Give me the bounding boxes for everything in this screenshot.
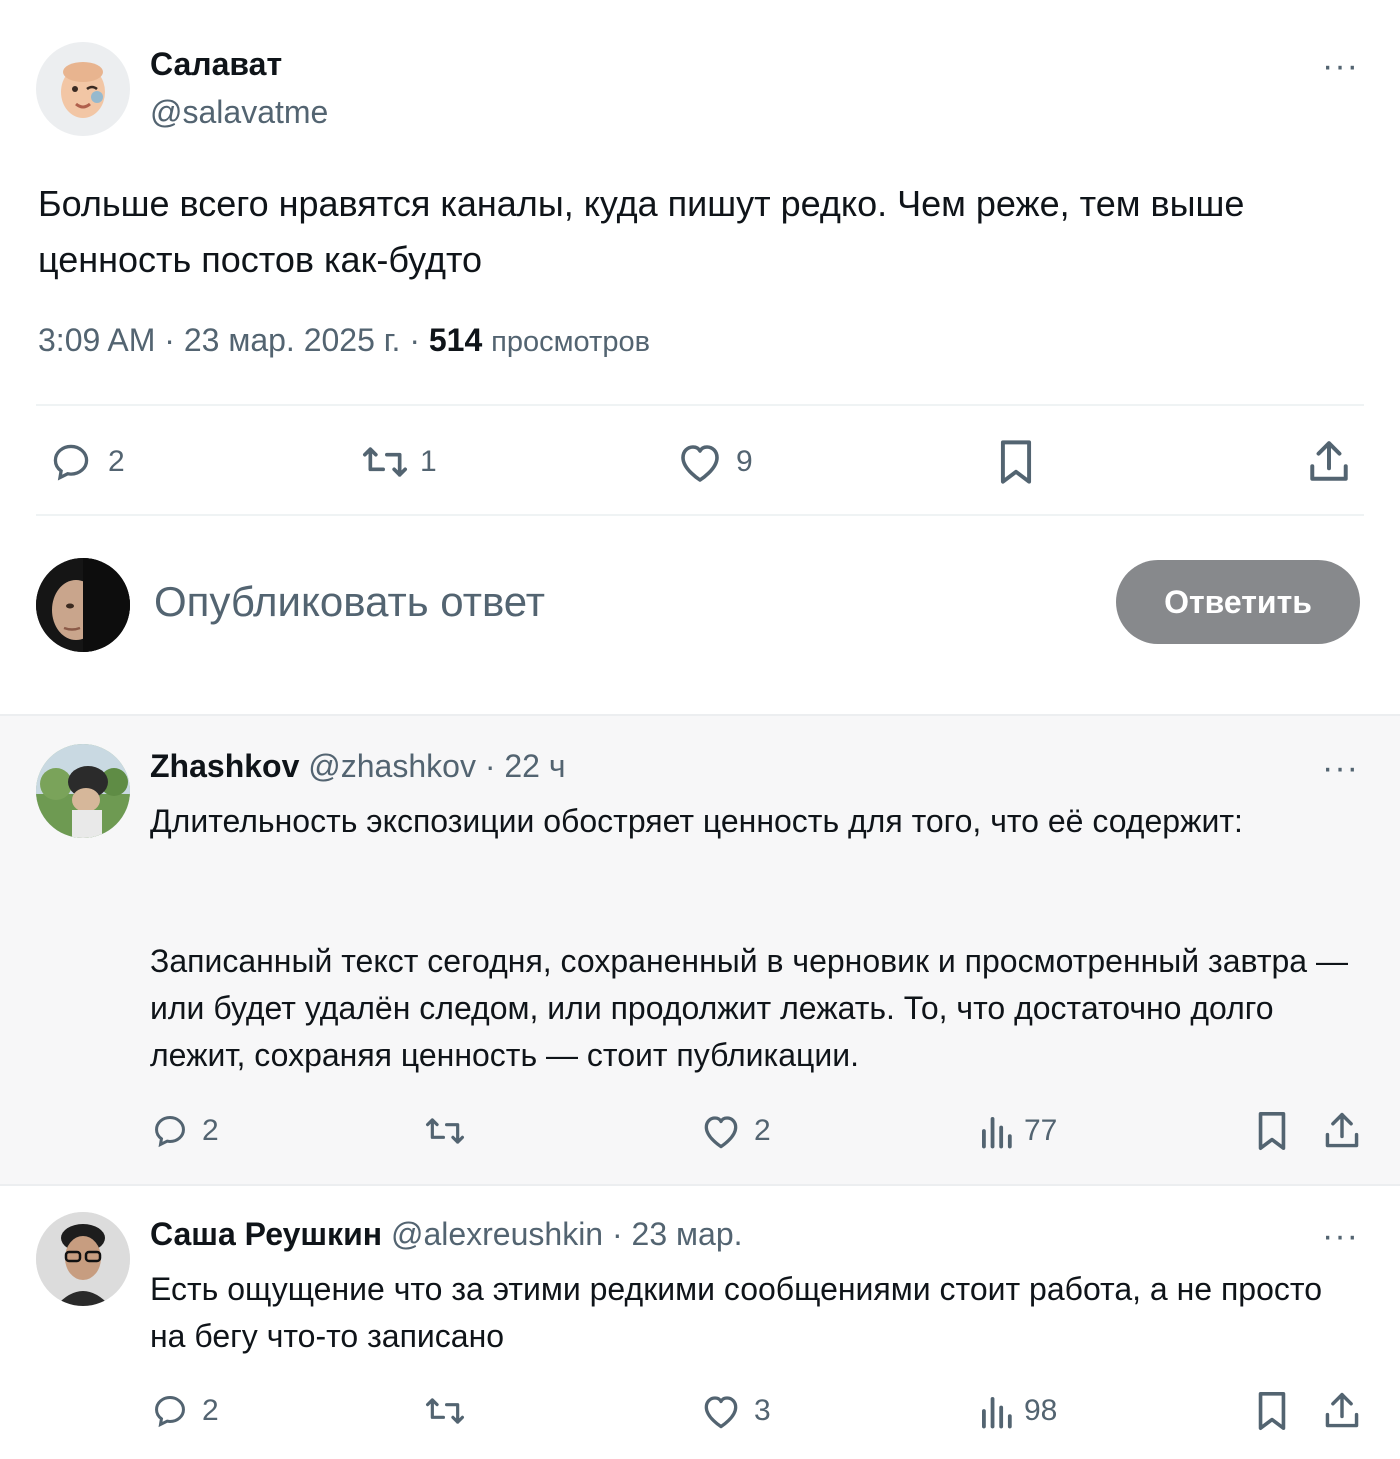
views-count: 514	[428, 322, 483, 358]
like-count: 9	[736, 445, 753, 478]
bookmark-button[interactable]	[994, 438, 1038, 486]
reply-repost-button[interactable]	[420, 1112, 470, 1150]
reply-avatar[interactable]	[36, 1212, 130, 1306]
analytics-icon	[982, 1117, 1012, 1149]
reply-share-button[interactable]	[1322, 1390, 1362, 1432]
share-icon	[1310, 441, 1348, 481]
reply-time[interactable]: · 22 ч	[485, 748, 566, 784]
reply-time[interactable]: · 23 мар.	[612, 1216, 743, 1252]
reply-author-name[interactable]: Саша Реушкин	[150, 1216, 382, 1252]
reply-icon	[155, 1396, 185, 1428]
reply-reply-button[interactable]: 2	[150, 1392, 219, 1430]
views-count: 77	[1024, 1114, 1058, 1147]
analytics-icon	[982, 1397, 1012, 1429]
reply-like-button[interactable]: 3	[700, 1392, 771, 1430]
share-button[interactable]	[1306, 438, 1352, 486]
divider	[36, 404, 1364, 406]
repost-icon	[363, 447, 407, 477]
reply-repost-button[interactable]	[420, 1392, 470, 1430]
bookmark-icon	[1000, 440, 1032, 484]
share-icon	[1325, 1392, 1359, 1428]
zhashkov-photo-icon	[36, 744, 130, 838]
reply-button[interactable]: 2	[48, 440, 125, 484]
reply-views-button[interactable]: 77	[978, 1112, 1057, 1150]
views-count: 98	[1024, 1394, 1058, 1427]
user-avatar[interactable]	[36, 558, 130, 652]
author-name[interactable]: Салават	[150, 46, 282, 83]
post-text: Больше всего нравятся каналы, куда пишут…	[38, 183, 1245, 280]
repost-icon	[426, 1118, 464, 1144]
reply-icon	[155, 1116, 185, 1148]
reply-count: 2	[202, 1394, 219, 1427]
reply-like-button[interactable]: 2	[700, 1112, 771, 1150]
heart-icon	[681, 445, 719, 482]
reply-author-handle[interactable]: @alexreushkin	[391, 1216, 603, 1252]
reply-count: 2	[202, 1114, 219, 1147]
reply-views-button[interactable]: 98	[978, 1392, 1057, 1430]
memoji-face-icon	[61, 62, 105, 118]
bookmark-icon	[1258, 1392, 1286, 1430]
reply-text-paragraph: Записанный текст сегодня, сохраненный в …	[150, 943, 1348, 1073]
share-icon	[1325, 1112, 1359, 1148]
divider	[36, 514, 1364, 516]
reply-bookmark-button[interactable]	[1252, 1110, 1292, 1152]
alexreushkin-photo-icon	[36, 1212, 130, 1306]
views-label: просмотров	[491, 326, 650, 358]
reply-author-name[interactable]: Zhashkov	[150, 748, 299, 784]
reply-share-button[interactable]	[1322, 1110, 1362, 1152]
reply-header: Zhashkov @zhashkov · 22 ч	[150, 748, 566, 785]
repost-icon	[426, 1398, 464, 1424]
reply-header: Саша Реушкин @alexreushkin · 23 мар.	[150, 1216, 743, 1253]
like-count: 3	[754, 1394, 771, 1427]
author-avatar[interactable]	[36, 42, 130, 136]
bookmark-icon	[1258, 1112, 1286, 1150]
more-options-button[interactable]: ···	[1322, 49, 1359, 83]
reply-more-button[interactable]: ···	[1322, 751, 1359, 785]
reply-avatar[interactable]	[36, 744, 130, 838]
post-time[interactable]: 3:09 AM · 23 мар. 2025 г. ·	[38, 322, 429, 358]
user-photo-icon	[36, 558, 130, 652]
reply-reply-button[interactable]: 2	[150, 1112, 219, 1150]
like-count: 2	[754, 1114, 771, 1147]
reply-input[interactable]: Опубликовать ответ	[154, 578, 545, 626]
reply-bookmark-button[interactable]	[1252, 1390, 1292, 1432]
reply-more-button[interactable]: ···	[1322, 1219, 1359, 1253]
author-handle[interactable]: @salavatme	[150, 94, 328, 131]
like-button[interactable]: 9	[676, 440, 753, 484]
reply-text-paragraph: Длительность экспозиции обостряет ценнос…	[150, 803, 1243, 839]
reply-submit-button[interactable]: Ответить	[1116, 560, 1360, 644]
post-meta: 3:09 AM · 23 мар. 2025 г. · 514 просмотр…	[38, 322, 650, 359]
heart-icon	[704, 1396, 738, 1429]
heart-icon	[704, 1116, 738, 1149]
reply-author-handle[interactable]: @zhashkov	[308, 748, 476, 784]
reply-count: 2	[108, 445, 125, 478]
reply-icon	[53, 444, 89, 481]
reply-text: Есть ощущение что за этими редкими сообщ…	[150, 1271, 1322, 1354]
repost-count: 1	[420, 445, 437, 478]
repost-button[interactable]: 1	[358, 440, 437, 484]
